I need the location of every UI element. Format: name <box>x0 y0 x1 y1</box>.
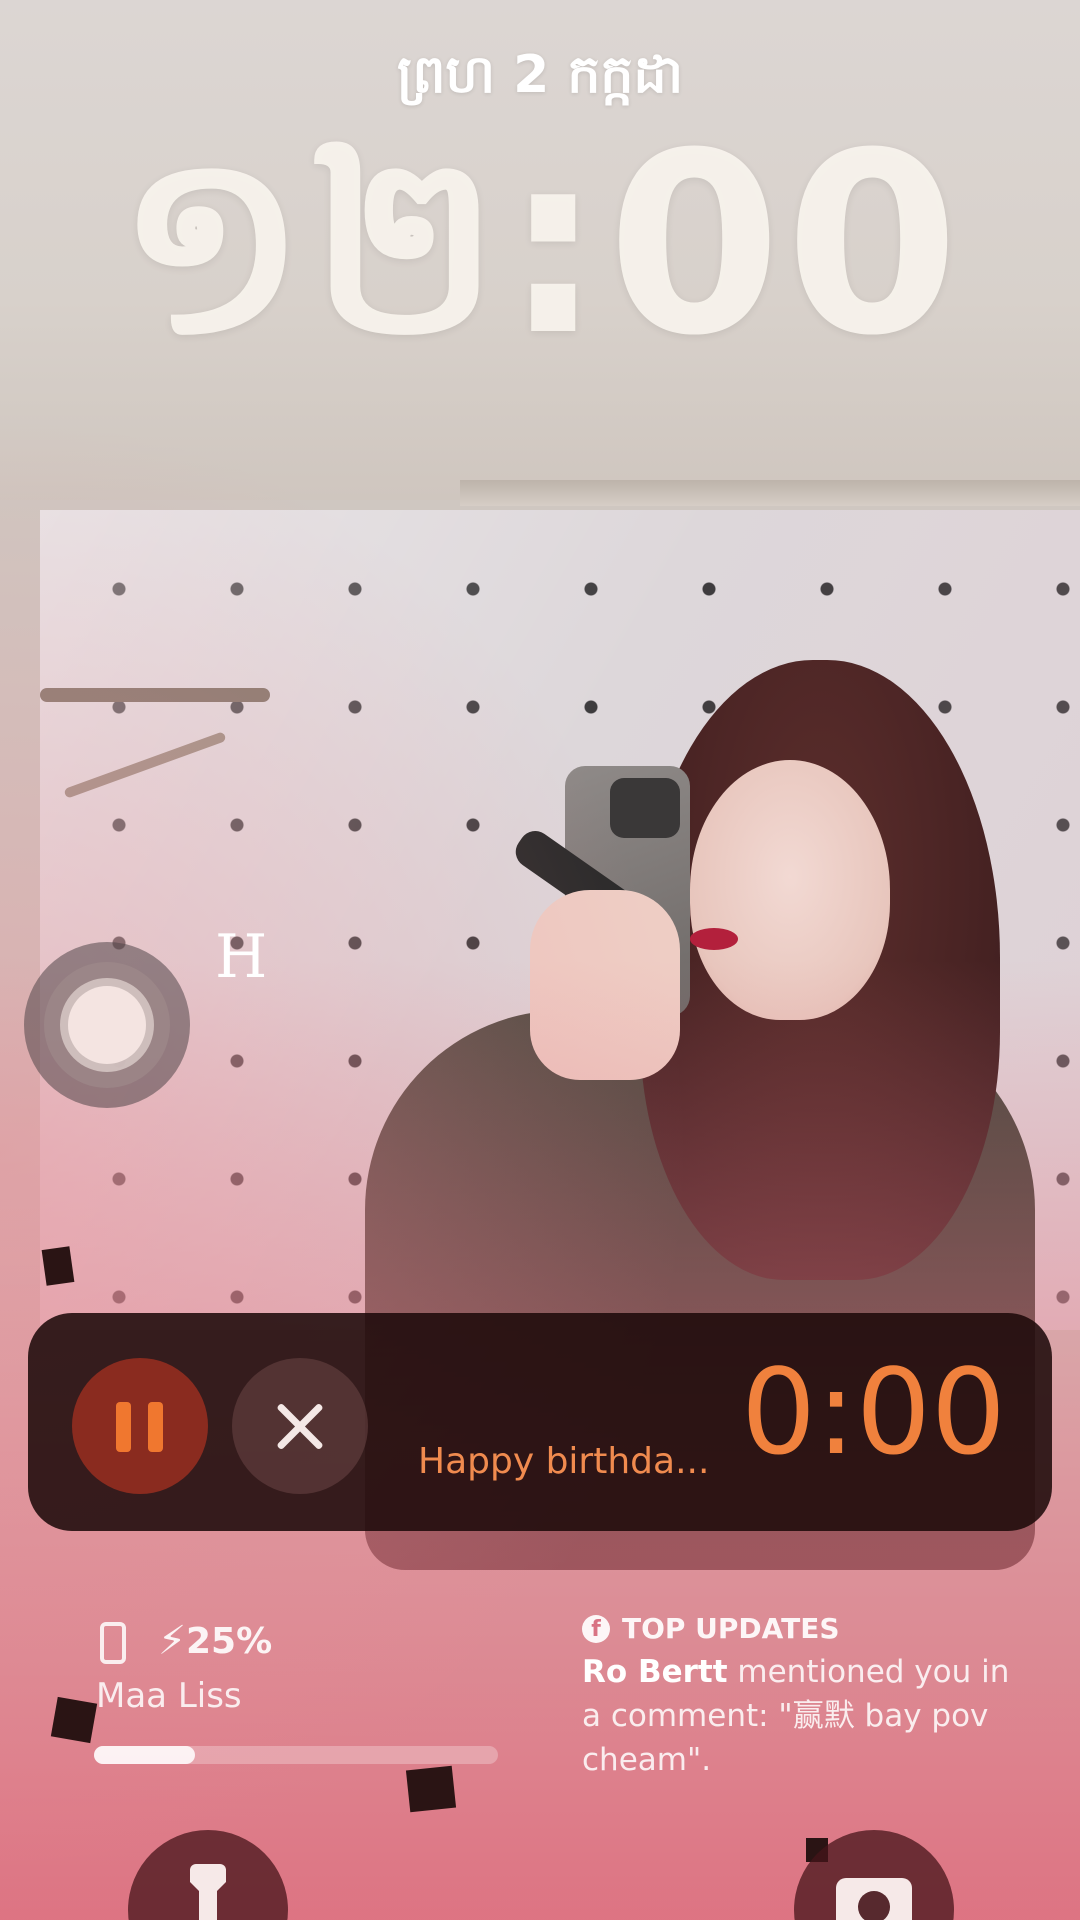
flashlight-icon <box>190 1864 226 1920</box>
wallpaper-confetti <box>405 1765 457 1813</box>
battery-level-fill <box>94 1746 195 1764</box>
wallpaper-confetti <box>50 1696 98 1744</box>
phone-battery-icon <box>100 1622 126 1664</box>
assistive-touch-button[interactable] <box>24 942 190 1108</box>
battery-level-bar <box>94 1746 498 1764</box>
camera-lens <box>858 1891 890 1920</box>
facebook-icon: f <box>582 1614 610 1643</box>
pause-button[interactable] <box>72 1358 208 1494</box>
overlay-glyph: H <box>215 922 268 992</box>
notification-body[interactable]: Ro Bertt mentioned you in a comment: "赢默… <box>582 1650 1022 1782</box>
timer-countdown: 0:00 <box>741 1343 1006 1481</box>
pause-icon <box>116 1402 131 1452</box>
wallpaper-confetti <box>41 1246 75 1286</box>
assistive-touch-icon <box>68 986 146 1064</box>
notification-title: TOP UPDATES <box>622 1612 840 1645</box>
battery-device-name: Maa Liss <box>96 1676 242 1716</box>
timer-label: Happy birthda... <box>418 1441 710 1482</box>
notification-sender: Ro Bertt <box>582 1654 728 1690</box>
notification-header[interactable]: f TOP UPDATES <box>582 1612 840 1645</box>
cancel-timer-button[interactable] <box>232 1358 368 1494</box>
lock-screen-clock: ១២:00 <box>116 99 964 390</box>
camera-icon <box>836 1878 912 1920</box>
pause-icon <box>148 1402 163 1452</box>
battery-percentage: 25% <box>186 1621 273 1662</box>
charging-bolt-icon: ⚡ <box>158 1618 187 1664</box>
live-activity-timer[interactable]: Happy birthda... 0:00 <box>28 1313 1052 1531</box>
